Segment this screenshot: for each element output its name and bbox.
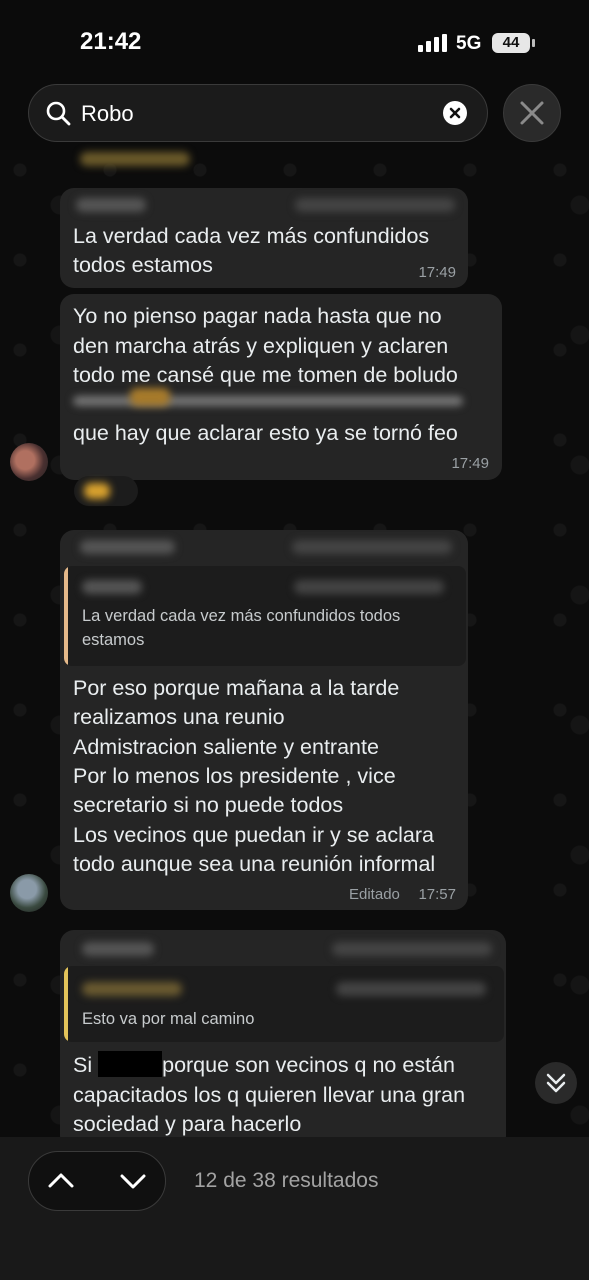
avatar[interactable] bbox=[10, 874, 48, 912]
next-result-button[interactable] bbox=[118, 1166, 148, 1196]
chevron-up-icon bbox=[48, 1173, 74, 1188]
quote-line: estamos bbox=[82, 631, 145, 649]
message-text-start: Si bbox=[73, 1053, 93, 1077]
message-bubble[interactable]: La verdad cada vez más confundidos todos… bbox=[60, 530, 468, 910]
quote-bar bbox=[64, 966, 68, 1042]
message-bubble[interactable]: La verdad cada vez más confundidos todos… bbox=[60, 188, 468, 288]
message-line: Si porque son vecinos q no están bbox=[73, 1051, 455, 1081]
message-line: realizamos una reunio bbox=[73, 705, 285, 729]
message-line: Por eso porque mañana a la tarde bbox=[73, 676, 400, 700]
message-line: todo me cansé que me tomen de boludo bbox=[73, 363, 458, 387]
message-line: La verdad cada vez más confundidos bbox=[73, 224, 430, 248]
double-chevron-down-icon bbox=[546, 1073, 566, 1093]
reaction-badge[interactable] bbox=[74, 476, 138, 506]
message-time: 17:57 bbox=[418, 886, 456, 903]
message-line: Los vecinos que puedan ir y se aclara bbox=[73, 823, 434, 847]
message-line: Admistracion saliente y entrante bbox=[73, 735, 379, 759]
clear-icon bbox=[449, 107, 461, 119]
search-query: Robo bbox=[81, 101, 134, 126]
blurred-phone-number bbox=[332, 942, 492, 956]
quote-bar bbox=[64, 566, 68, 666]
thumbs-up-icon bbox=[84, 483, 110, 499]
redacted-text bbox=[98, 1051, 163, 1077]
blurred-sender-name bbox=[80, 540, 175, 554]
blurred-sender-name bbox=[82, 942, 154, 956]
scroll-to-bottom-button[interactable] bbox=[535, 1062, 577, 1104]
blurred-phone-number bbox=[292, 540, 452, 554]
quoted-message[interactable]: Esto va por mal camino bbox=[64, 966, 504, 1042]
blurred-emoji bbox=[130, 388, 170, 406]
battery-icon: 44 bbox=[492, 33, 535, 53]
signal-icon bbox=[418, 34, 448, 52]
message-line: sociedad y para hacerlo bbox=[73, 1112, 302, 1136]
status-bar: 21:42 5G 44 bbox=[0, 0, 589, 80]
results-count: 12 de 38 resultados bbox=[194, 1169, 379, 1192]
quote-line: Esto va por mal camino bbox=[82, 1010, 255, 1028]
message-text-end: porque son vecinos q no están bbox=[162, 1053, 455, 1077]
chevron-down-icon bbox=[120, 1174, 146, 1189]
message-line: den marcha atrás y expliquen y aclaren bbox=[73, 334, 449, 358]
network-type: 5G bbox=[456, 33, 482, 54]
avatar[interactable] bbox=[10, 443, 48, 481]
quoted-message[interactable]: La verdad cada vez más confundidos todos… bbox=[64, 566, 466, 666]
message-line: Yo no pienso pagar nada hasta que no bbox=[73, 304, 442, 328]
message-line: Por lo menos los presidente , vice bbox=[73, 764, 396, 788]
previous-result-button[interactable] bbox=[46, 1166, 76, 1196]
quote-line: La verdad cada vez más confundidos todos bbox=[82, 607, 401, 625]
message-line: secretario si no puede todos bbox=[73, 793, 344, 817]
blurred-quote-phone bbox=[294, 580, 444, 594]
message-line: capacitados los q quieren llevar una gra… bbox=[73, 1083, 466, 1107]
message-time: 17:49 bbox=[418, 264, 456, 281]
blurred-quote-phone bbox=[336, 982, 486, 996]
message-line: que hay que aclarar esto ya se tornó feo bbox=[73, 421, 458, 445]
result-navigation bbox=[28, 1151, 166, 1211]
blurred-sender-name bbox=[76, 198, 146, 212]
message-bubble[interactable]: Yo no pienso pagar nada hasta que no den… bbox=[60, 294, 502, 480]
message-time: 17:49 bbox=[451, 455, 489, 472]
blurred-phone-number bbox=[295, 198, 455, 212]
message-edited-label: Editado bbox=[349, 886, 400, 903]
message-line: todos estamos bbox=[73, 253, 213, 277]
blurred-quote-sender bbox=[82, 982, 182, 996]
blurred-sender-name bbox=[80, 152, 190, 166]
search-icon bbox=[46, 101, 71, 126]
clear-search-button[interactable] bbox=[443, 101, 467, 125]
close-icon bbox=[520, 101, 544, 125]
status-time: 21:42 bbox=[80, 28, 142, 55]
close-search-button[interactable] bbox=[503, 84, 561, 142]
message-line: todo aunque sea una reunión informal bbox=[73, 852, 436, 876]
message-bubble[interactable]: Esto va por mal camino Si porque son vec… bbox=[60, 930, 506, 1150]
blurred-quote-sender bbox=[82, 580, 142, 594]
search-results-bar: 12 de 38 resultados bbox=[0, 1137, 589, 1280]
search-input[interactable]: Robo bbox=[28, 84, 488, 142]
